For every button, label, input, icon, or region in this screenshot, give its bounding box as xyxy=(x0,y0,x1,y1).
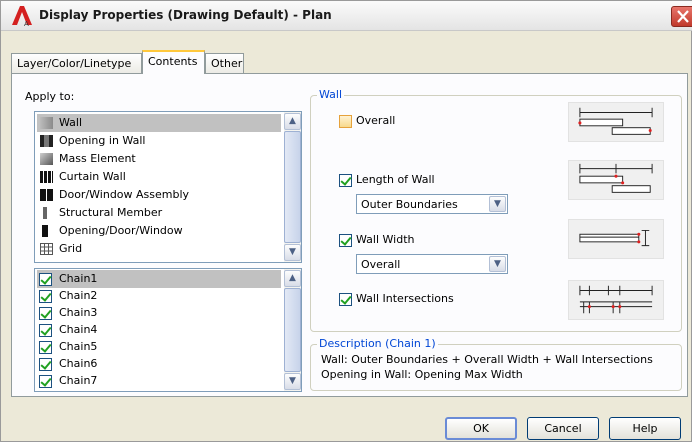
scroll-up-button[interactable]: ▲ xyxy=(284,270,301,287)
scroll-up-button[interactable]: ▲ xyxy=(284,113,301,130)
chain-checkbox[interactable] xyxy=(39,307,52,320)
chain-label: Chain4 xyxy=(59,323,98,336)
list-item-label: Grid xyxy=(59,242,83,255)
chain-item[interactable]: Chain1 xyxy=(37,270,281,288)
list-item-label: Mass Element xyxy=(59,152,136,165)
cancel-button[interactable]: Cancel xyxy=(527,417,599,440)
list-item-structural-member[interactable]: Structural Member xyxy=(37,204,281,222)
door-window-assembly-icon xyxy=(40,189,53,201)
wall-icon xyxy=(40,117,53,129)
chain-label: Chain6 xyxy=(59,357,98,370)
curtain-wall-icon xyxy=(40,171,53,183)
close-icon xyxy=(677,10,689,23)
overall-label: Overall xyxy=(356,114,396,127)
overall-checkbox[interactable] xyxy=(339,115,352,128)
close-button[interactable] xyxy=(671,6,692,27)
length-of-wall-dropdown[interactable]: Outer Boundaries ▼ xyxy=(356,194,508,214)
description-group-title: Description (Chain 1) xyxy=(317,337,438,350)
chain-label: Chain1 xyxy=(59,272,98,285)
opening-door-window-icon xyxy=(42,225,48,237)
list-item-label: Structural Member xyxy=(59,206,163,219)
wall-width-dropdown[interactable]: Overall ▼ xyxy=(356,254,508,274)
length-of-wall-checkbox[interactable] xyxy=(339,174,352,187)
wall-intersections-checkbox[interactable] xyxy=(339,293,352,306)
object-type-list[interactable]: Wall Opening in Wall Mass Element Curtai… xyxy=(34,111,302,263)
list-item-door-window-assembly[interactable]: Door/Window Assembly xyxy=(37,186,281,204)
chevron-down-icon[interactable]: ▼ xyxy=(489,256,506,272)
list-item-label: Door/Window Assembly xyxy=(59,188,190,201)
list-item-wall[interactable]: Wall xyxy=(37,114,281,132)
list-item-opening-in-wall[interactable]: Opening in Wall xyxy=(37,132,281,150)
scroll-thumb[interactable] xyxy=(284,131,301,243)
description-line-2: Opening in Wall: Opening Max Width xyxy=(321,368,523,381)
chain-checkbox[interactable] xyxy=(39,341,52,354)
list-item-opening-door-window[interactable]: Opening/Door/Window xyxy=(37,222,281,240)
help-button[interactable]: Help xyxy=(609,417,681,440)
wall-intersections-preview-icon xyxy=(568,280,664,320)
length-of-wall-preview-icon xyxy=(568,160,664,200)
tab-layer-color-linetype[interactable]: Layer/Color/Linetype xyxy=(11,53,142,73)
list-item-label: Wall xyxy=(59,116,83,129)
description-line-1: Wall: Outer Boundaries + Overall Width +… xyxy=(321,353,653,366)
wall-intersections-label: Wall Intersections xyxy=(356,292,454,305)
list-item-label: Opening in Wall xyxy=(59,134,146,147)
chain-list[interactable]: Chain1 Chain2 Chain3 Chain4 Chain5 Chain… xyxy=(34,268,302,392)
wall-width-checkbox[interactable] xyxy=(339,234,352,247)
chain-checkbox[interactable] xyxy=(39,273,52,286)
chain-label: Chain3 xyxy=(59,306,98,319)
scroll-down-button[interactable]: ▼ xyxy=(284,244,301,261)
list-item-label: Curtain Wall xyxy=(59,170,126,183)
wall-group-title: Wall xyxy=(317,88,345,101)
tab-other[interactable]: Other xyxy=(205,53,244,73)
scroll-down-button[interactable]: ▼ xyxy=(284,373,301,390)
list-item-curtain-wall[interactable]: Curtain Wall xyxy=(37,168,281,186)
window-title: Display Properties (Drawing Default) - P… xyxy=(39,8,332,22)
mass-element-icon xyxy=(40,153,53,165)
chain-item[interactable]: Chain3 xyxy=(37,304,281,322)
chain-label: Chain5 xyxy=(59,340,98,353)
apply-to-label: Apply to: xyxy=(25,90,75,103)
chain-checkbox[interactable] xyxy=(39,375,52,388)
opening-in-wall-icon xyxy=(40,135,53,147)
chain-checkbox[interactable] xyxy=(39,324,52,337)
list-item-mass-element[interactable]: Mass Element xyxy=(37,150,281,168)
ok-button[interactable]: OK xyxy=(445,417,517,440)
chain-item[interactable]: Chain5 xyxy=(37,338,281,356)
chain-label: Chain2 xyxy=(59,289,98,302)
chevron-down-icon[interactable]: ▼ xyxy=(489,196,506,212)
svg-text:A: A xyxy=(24,20,29,27)
length-of-wall-label: Length of Wall xyxy=(356,173,435,186)
list-item-label: Opening/Door/Window xyxy=(59,224,183,237)
chain-item[interactable]: Chain7 xyxy=(37,372,281,390)
display-properties-dialog: A Display Properties (Drawing Default) -… xyxy=(0,0,692,442)
chain-checkbox[interactable] xyxy=(39,290,52,303)
autocad-architecture-icon: A xyxy=(12,6,32,27)
title-bar[interactable]: A Display Properties (Drawing Default) -… xyxy=(1,1,692,31)
chain-label: Chain7 xyxy=(59,374,98,387)
wall-width-preview-icon xyxy=(568,219,664,259)
scroll-thumb[interactable] xyxy=(284,288,301,372)
chain-list-scrollbar[interactable]: ▲ ▼ xyxy=(284,269,301,391)
wall-width-value: Overall xyxy=(361,258,401,271)
overall-preview-icon xyxy=(568,102,664,142)
wall-width-label: Wall Width xyxy=(356,233,415,246)
list-item-grid[interactable]: Grid xyxy=(37,240,281,258)
grid-icon xyxy=(40,243,53,255)
chain-item[interactable]: Chain6 xyxy=(37,355,281,373)
tab-contents[interactable]: Contents xyxy=(142,50,205,74)
length-of-wall-value: Outer Boundaries xyxy=(361,198,458,211)
chain-item[interactable]: Chain2 xyxy=(37,287,281,305)
chain-item[interactable]: Chain4 xyxy=(37,321,281,339)
structural-member-icon xyxy=(43,207,47,219)
object-list-scrollbar[interactable]: ▲ ▼ xyxy=(284,112,301,262)
chain-checkbox[interactable] xyxy=(39,358,52,371)
